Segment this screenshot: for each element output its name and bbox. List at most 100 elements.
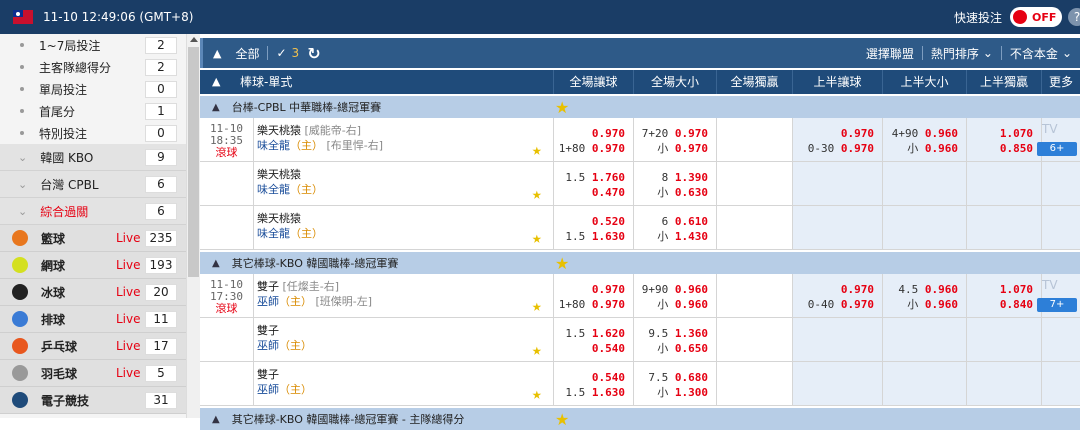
odds-value[interactable]: 1.630 <box>592 386 625 399</box>
sidebar-sport[interactable]: 冰球 Live 20 <box>0 279 186 306</box>
odds-value[interactable]: 1.630 <box>592 230 625 243</box>
full-handicap-odds[interactable]: 1.5 1.760 0.470 <box>553 162 633 206</box>
half-handicap-odds[interactable]: 0.970 0-40 0.970 <box>792 274 882 318</box>
sidebar-scrollbar[interactable] <box>186 34 200 418</box>
odds-value[interactable]: 0.970 <box>675 127 708 140</box>
favorite-star-icon[interactable]: ★ <box>532 340 542 359</box>
odds-value[interactable]: 0.970 <box>592 283 625 296</box>
full-over-under-odds[interactable]: 8 1.390 小 0.630 <box>633 162 716 206</box>
odds-value[interactable]: 0.960 <box>925 298 958 311</box>
select-league-button[interactable]: 選擇聯盟 <box>866 45 914 62</box>
quick-bet-toggle[interactable]: OFF <box>1010 7 1062 27</box>
odds-value[interactable]: 0.970 <box>592 142 625 155</box>
sidebar-subitem[interactable]: 1~7局投注 2 <box>0 34 186 56</box>
league-header[interactable]: ▲ 其它棒球-KBO 韓國職棒-總冠軍賽 - 主隊總得分 ★ <box>200 408 1080 430</box>
tv-icon[interactable]: TV <box>1042 122 1058 136</box>
odds-value[interactable]: 1.300 <box>675 386 708 399</box>
odds-value[interactable]: 0.960 <box>925 127 958 140</box>
scroll-up-icon[interactable] <box>190 37 198 42</box>
full-handicap-odds[interactable]: 0.970 1+80 0.970 <box>553 118 633 162</box>
odds-value[interactable]: 0.470 <box>592 186 625 199</box>
sidebar-sport[interactable]: 電子競技 31 <box>0 387 186 414</box>
sidebar-sport[interactable]: 網球 Live 193 <box>0 252 186 279</box>
sidebar-league[interactable]: ⌄ 台灣 CPBL 6 <box>0 171 186 198</box>
favorite-star-icon[interactable]: ★ <box>532 184 542 203</box>
help-icon[interactable]: ? <box>1068 8 1080 26</box>
collapse-icon[interactable]: ▲ <box>212 258 220 269</box>
odds-value[interactable]: 0.520 <box>592 215 625 228</box>
favorite-star-icon[interactable]: ★ <box>532 384 542 403</box>
collapse-icon[interactable]: ▲ <box>212 102 220 113</box>
sidebar-sport[interactable]: 籃球 Live 235 <box>0 225 186 252</box>
league-header[interactable]: ▲ 台棒-CPBL 中華職棒-總冠軍賽 ★ <box>200 96 1080 118</box>
hot-sort-dropdown[interactable]: 熱門排序 <box>931 45 979 62</box>
odds-value[interactable]: 0.970 <box>592 127 625 140</box>
chevron-down-icon[interactable]: ✓ <box>276 46 286 60</box>
more-bets-button[interactable]: 6+ <box>1037 142 1077 156</box>
odds-value[interactable]: 1.360 <box>675 327 708 340</box>
odds-value[interactable]: 0.840 <box>1000 298 1033 311</box>
odds-value[interactable]: 0.960 <box>675 283 708 296</box>
odds-value[interactable]: 1.070 <box>1000 127 1033 140</box>
full-over-under-odds[interactable]: 6 0.610 小 1.430 <box>633 206 716 250</box>
odds-value[interactable]: 1.760 <box>592 171 625 184</box>
sidebar-subitem[interactable]: 特別投注 0 <box>0 122 186 144</box>
sidebar-sport[interactable]: 乒乓球 Live 17 <box>0 333 186 360</box>
odds-value[interactable]: 0.540 <box>592 371 625 384</box>
favorite-star-icon[interactable]: ★ <box>555 254 569 273</box>
odds-value[interactable]: 0.610 <box>675 215 708 228</box>
favorite-star-icon[interactable]: ★ <box>555 410 569 429</box>
collapse-all-icon[interactable]: ▲ <box>213 47 221 60</box>
odds-value[interactable]: 1.390 <box>675 171 708 184</box>
collapse-icon[interactable]: ▲ <box>212 70 220 94</box>
tv-icon[interactable]: TV <box>1042 278 1058 292</box>
more-bets-button[interactable]: 7+ <box>1037 298 1077 312</box>
full-handicap-odds[interactable]: 0.520 1.5 1.630 <box>553 206 633 250</box>
league-header[interactable]: ▲ 其它棒球-KBO 韓國職棒-總冠軍賽 ★ <box>200 252 1080 274</box>
odds-value[interactable]: 0.970 <box>675 142 708 155</box>
full-over-under-odds[interactable]: 7.5 0.680 小 1.300 <box>633 362 716 406</box>
refresh-icon[interactable]: ↻ <box>307 44 320 63</box>
sidebar-subitem[interactable]: 單局投注 0 <box>0 78 186 100</box>
odds-value[interactable]: 1.430 <box>675 230 708 243</box>
principal-dropdown[interactable]: 不含本金 <box>1010 45 1058 62</box>
sidebar-subitem[interactable]: 主客隊總得分 2 <box>0 56 186 78</box>
sidebar-league[interactable]: ⌄ 綜合過關 6 <box>0 198 186 225</box>
odds-value[interactable]: 0.960 <box>675 298 708 311</box>
full-handicap-odds[interactable]: 0.540 1.5 1.630 <box>553 362 633 406</box>
odds-value[interactable]: 0.630 <box>675 186 708 199</box>
collapse-icon[interactable]: ▲ <box>212 414 220 425</box>
favorite-star-icon[interactable]: ★ <box>532 296 542 315</box>
odds-value[interactable]: 0.970 <box>841 127 874 140</box>
half-over-under-odds[interactable]: 4+90 0.960 小 0.960 <box>882 118 966 162</box>
odds-value[interactable]: 0.970 <box>841 142 874 155</box>
odds-value[interactable]: 1.070 <box>1000 283 1033 296</box>
favorite-star-icon[interactable]: ★ <box>532 228 542 247</box>
all-filter[interactable]: 全部 <box>235 45 259 62</box>
sidebar-subitem[interactable]: 首尾分 1 <box>0 100 186 122</box>
full-over-under-odds[interactable]: 7+20 0.970 小 0.970 <box>633 118 716 162</box>
full-over-under-odds[interactable]: 9+90 0.960 小 0.960 <box>633 274 716 318</box>
full-over-under-odds[interactable]: 9.5 1.360 小 0.650 <box>633 318 716 362</box>
odds-value[interactable]: 0.970 <box>841 298 874 311</box>
odds-value[interactable]: 0.960 <box>925 283 958 296</box>
odds-value[interactable]: 0.680 <box>675 371 708 384</box>
odds-value[interactable]: 0.650 <box>675 342 708 355</box>
favorite-star-icon[interactable]: ★ <box>532 140 542 159</box>
odds-value[interactable]: 0.850 <box>1000 142 1033 155</box>
full-handicap-odds[interactable]: 0.970 1+80 0.970 <box>553 274 633 318</box>
favorite-star-icon[interactable]: ★ <box>555 98 569 117</box>
odds-value[interactable]: 0.970 <box>841 283 874 296</box>
sidebar-sport[interactable]: 羽毛球 Live 5 <box>0 360 186 387</box>
half-over-under-odds[interactable]: 4.5 0.960 小 0.960 <box>882 274 966 318</box>
sidebar-league[interactable]: ⌄ 韓國 KBO 9 <box>0 144 186 171</box>
full-handicap-odds[interactable]: 1.5 1.620 0.540 <box>553 318 633 362</box>
half-moneyline-odds[interactable]: 1.070 0.840 <box>966 274 1041 318</box>
half-moneyline-odds[interactable]: 1.070 0.850 <box>966 118 1041 162</box>
sidebar-sport[interactable]: 排球 Live 11 <box>0 306 186 333</box>
half-handicap-odds[interactable]: 0.970 0-30 0.970 <box>792 118 882 162</box>
odds-value[interactable]: 0.540 <box>592 342 625 355</box>
odds-value[interactable]: 0.970 <box>592 298 625 311</box>
odds-value[interactable]: 0.960 <box>925 142 958 155</box>
odds-value[interactable]: 1.620 <box>592 327 625 340</box>
